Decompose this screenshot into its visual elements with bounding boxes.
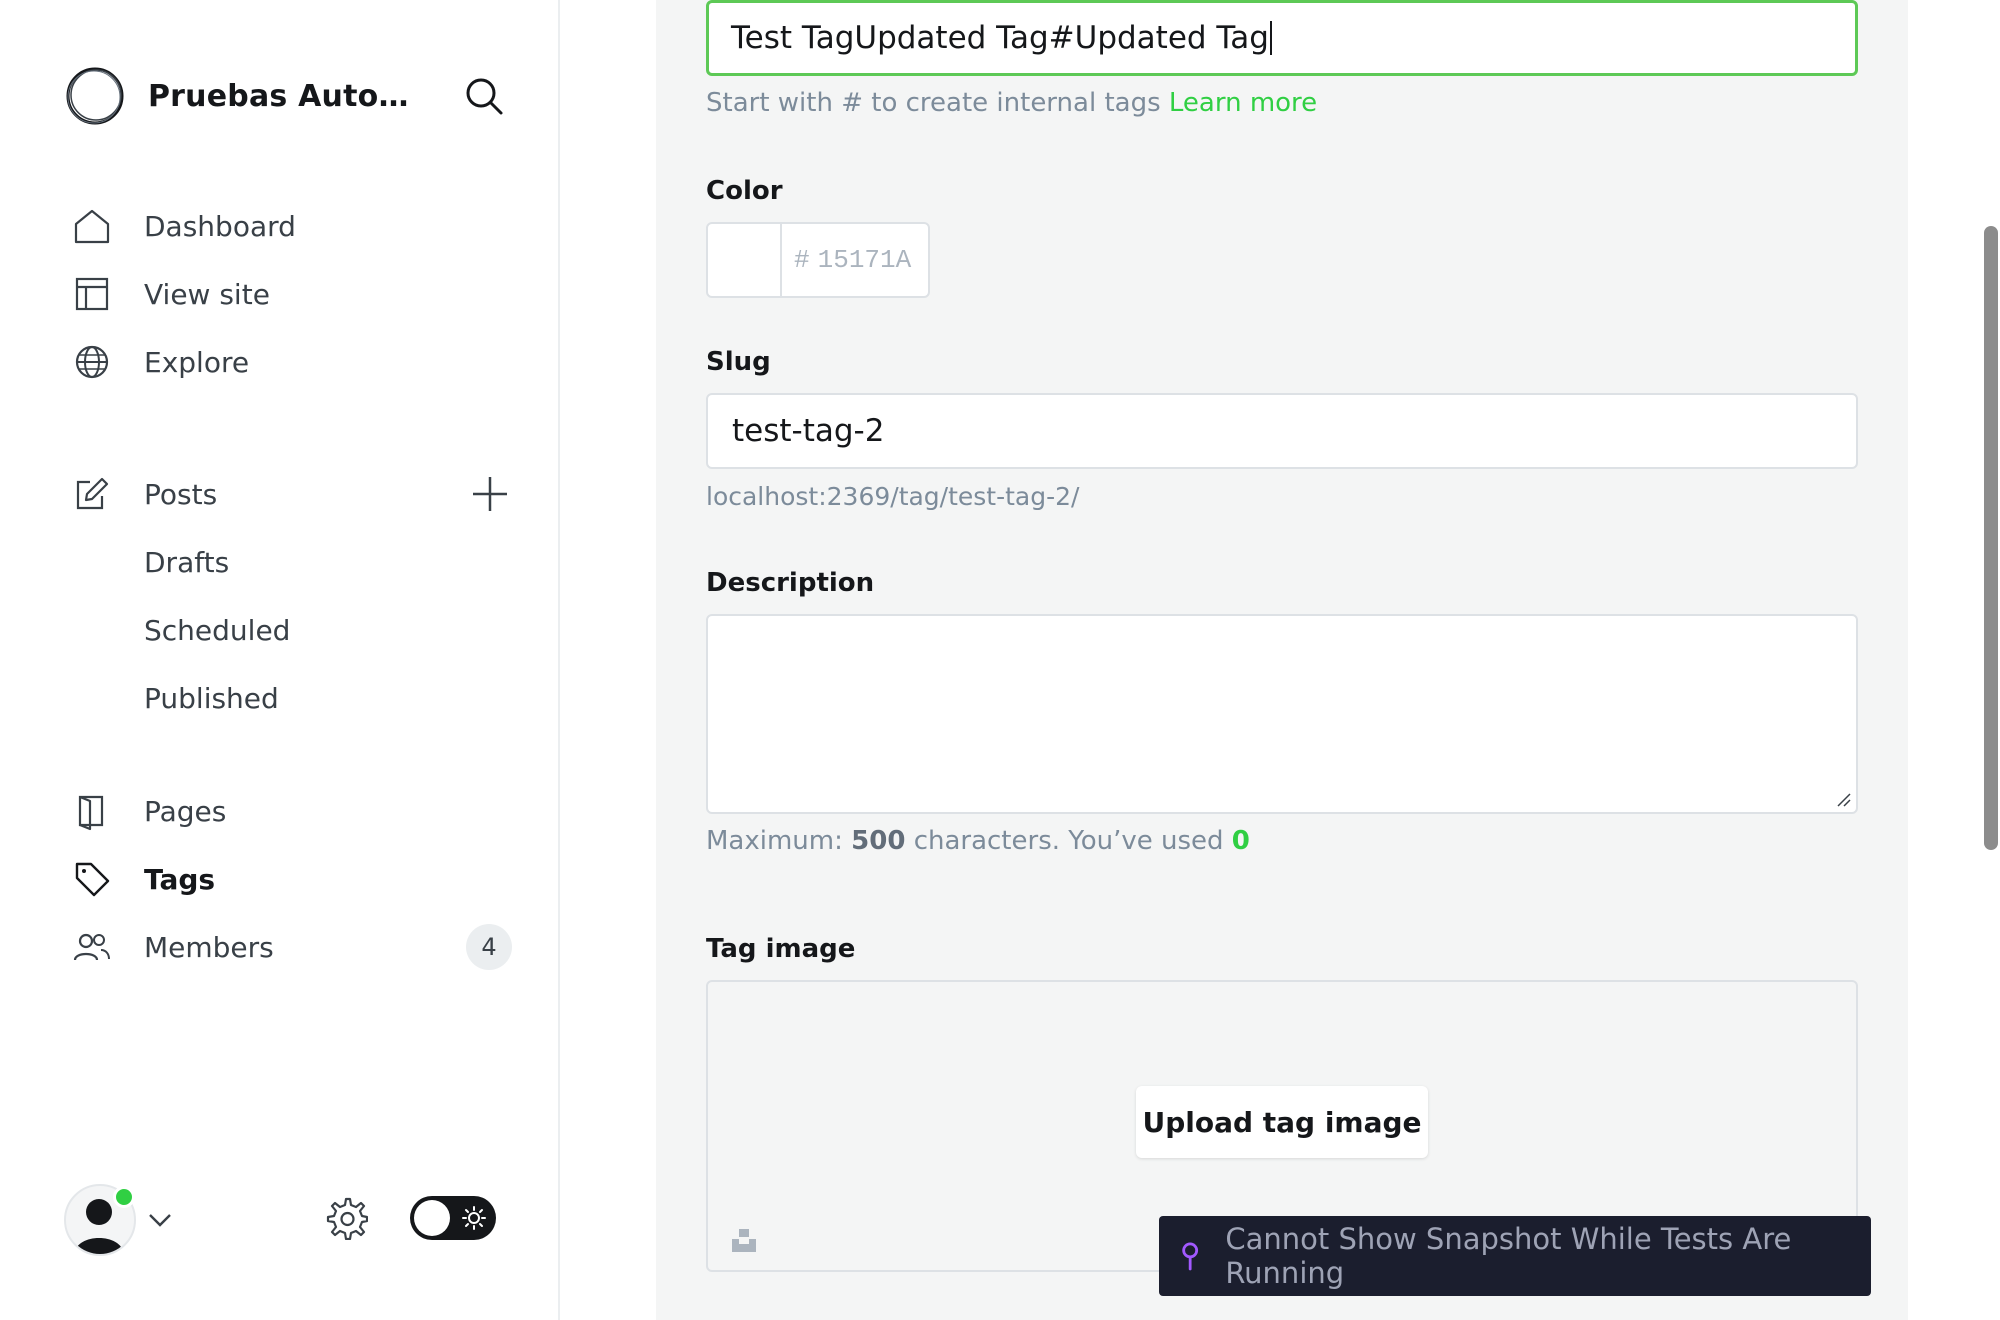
nav-label-view-site: View site (144, 277, 270, 311)
nav-label-posts: Posts (144, 477, 218, 511)
color-hex-field[interactable]: # 15171A (782, 224, 911, 296)
unsplash-icon[interactable] (730, 1226, 758, 1254)
toggle-knob (414, 1200, 450, 1236)
slug-label: Slug (706, 347, 771, 377)
tag-name-value: Test TagUpdated Tag#Updated Tag (731, 20, 1269, 56)
description-label: Description (706, 568, 875, 598)
tag-name-input[interactable]: Test TagUpdated Tag#Updated Tag (706, 0, 1858, 76)
color-picker[interactable]: # 15171A (706, 222, 930, 298)
description-char-count: Maximum: 500 characters. You’ve used 0 (706, 826, 1250, 856)
nav-label-scheduled: Scheduled (144, 613, 291, 647)
theme-toggle[interactable] (410, 1196, 496, 1240)
snapshot-banner: Cannot Show Snapshot While Tests Are Run… (1159, 1216, 1871, 1296)
members-icon (73, 933, 110, 961)
nav-item-drafts[interactable]: Drafts (72, 532, 512, 592)
gear-icon[interactable] (324, 1196, 368, 1240)
page-icon (78, 795, 104, 831)
nav-item-tags[interactable]: Tags (72, 849, 512, 909)
slug-input[interactable]: test-tag-2 (706, 393, 1858, 469)
edit-icon (76, 477, 109, 510)
nav-label-explore: Explore (144, 345, 250, 379)
text-caret (1269, 21, 1272, 55)
site-logo-icon (66, 67, 124, 125)
tag-image-label: Tag image (706, 934, 856, 964)
max-middle: characters. You’ve used (913, 826, 1224, 856)
tag-icon (75, 862, 110, 897)
internal-tag-hint: Start with # to create internal tags Lea… (706, 88, 1317, 118)
layout-icon (75, 277, 109, 311)
chevron-down-icon[interactable] (146, 1206, 174, 1234)
learn-more-link[interactable]: Learn more (1169, 88, 1317, 118)
vertical-scrollbar[interactable] (1984, 226, 1998, 850)
resize-handle-icon[interactable] (1834, 790, 1852, 808)
nav-label-drafts: Drafts (144, 545, 230, 579)
description-textarea[interactable] (706, 614, 1858, 814)
site-title: Pruebas Automa... (148, 78, 428, 114)
color-hash-prefix: # (794, 245, 810, 275)
upload-tag-image-button[interactable]: Upload tag image (1136, 1086, 1428, 1158)
color-swatch[interactable] (708, 224, 782, 296)
max-prefix: Maximum: (706, 826, 843, 856)
pin-icon (1182, 1242, 1199, 1271)
nav-label-dashboard: Dashboard (144, 209, 296, 243)
nav-label-pages: Pages (144, 794, 227, 828)
used-count: 0 (1231, 826, 1250, 856)
globe-icon (75, 345, 109, 379)
nav-label-published: Published (144, 681, 279, 715)
color-hex-value: 15171A (817, 245, 912, 275)
new-post-plus-icon[interactable] (468, 472, 512, 516)
nav-item-scheduled[interactable]: Scheduled (72, 600, 512, 660)
nav-item-explore[interactable]: Explore (72, 332, 512, 392)
internal-tag-hint-text: Start with # to create internal tags (706, 88, 1161, 118)
nav-label-tags: Tags (144, 862, 216, 896)
members-count-badge: 4 (466, 924, 512, 970)
nav-label-members: Members (144, 930, 274, 964)
online-status-dot (113, 1186, 135, 1208)
sidebar: Pruebas Automa... Dashboard View site Ex… (0, 0, 560, 1320)
max-number: 500 (851, 826, 906, 856)
nav-item-published[interactable]: Published (72, 668, 512, 728)
nav-item-members[interactable]: Members 4 (72, 917, 512, 977)
color-label: Color (706, 176, 783, 206)
site-brand[interactable]: Pruebas Automa... (64, 64, 504, 128)
nav-item-posts[interactable]: Posts (72, 464, 512, 524)
nav-item-view-site[interactable]: View site (72, 264, 512, 324)
nav-item-dashboard[interactable]: Dashboard (72, 196, 512, 256)
search-icon[interactable] (464, 76, 504, 116)
snapshot-banner-message: Cannot Show Snapshot While Tests Are Run… (1225, 1222, 1792, 1290)
home-icon (74, 209, 110, 244)
sun-icon (462, 1206, 486, 1230)
slug-url-preview: localhost:2369/tag/test-tag-2/ (706, 482, 1080, 511)
slug-value: test-tag-2 (732, 413, 885, 449)
nav-item-pages[interactable]: Pages (72, 781, 512, 841)
